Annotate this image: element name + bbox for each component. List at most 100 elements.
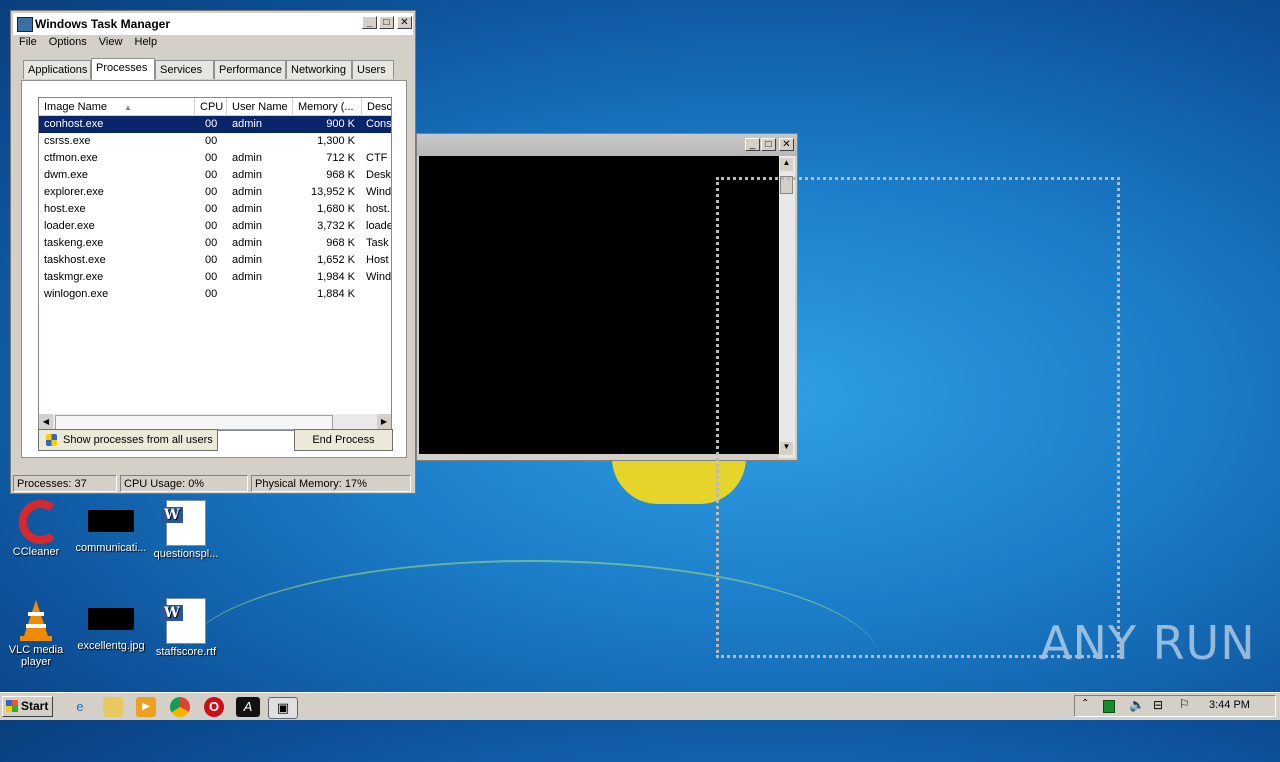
scroll-up-icon[interactable]: ▲	[780, 158, 793, 171]
desktop-icon-label: VLC media player	[8, 644, 64, 668]
task-manager-window[interactable]: Windows Task Manager _ □ ✕ File Options …	[10, 10, 416, 494]
cell-mem: 3,732 K	[317, 220, 355, 232]
chrome-icon[interactable]	[170, 697, 190, 717]
start-button[interactable]: Start	[2, 696, 53, 717]
cell-user: admin	[232, 271, 262, 283]
table-row[interactable]: taskhost.exe 00 admin 1,652 K Host	[39, 252, 391, 269]
cell-mem: 1,680 K	[317, 203, 355, 215]
minimize-button[interactable]: _	[362, 16, 377, 29]
cell-mem: 968 K	[326, 169, 355, 181]
tab-users[interactable]: Users	[352, 60, 394, 79]
ccleaner-icon	[14, 500, 58, 544]
cell-desc: host.	[366, 203, 390, 215]
selection-rectangle	[716, 177, 1120, 658]
cell-user: admin	[232, 254, 262, 266]
menu-view[interactable]: View	[99, 36, 123, 48]
desktop-icon-communication[interactable]: communicati...	[71, 500, 151, 554]
scroll-thumb[interactable]	[55, 415, 333, 430]
cell-cpu: 00	[205, 237, 218, 249]
column-header-memory[interactable]: Memory (...	[293, 98, 362, 116]
tab-applications[interactable]: Applications	[23, 60, 91, 79]
desktop-icon-excellentg[interactable]: excellentg.jpg	[71, 598, 151, 652]
cell-name: explorer.exe	[44, 186, 104, 198]
desktop-icon-vlc[interactable]: VLC media player	[0, 598, 76, 668]
horizontal-scrollbar[interactable]: ◀ ▶	[39, 414, 391, 430]
menu-file[interactable]: File	[19, 36, 37, 48]
tab-networking[interactable]: Networking	[286, 60, 352, 79]
cell-name: ctfmon.exe	[44, 152, 98, 164]
network-icon[interactable]: ⊟	[1153, 698, 1163, 712]
network-status-icon[interactable]	[1103, 700, 1115, 713]
tab-services[interactable]: Services	[155, 60, 214, 79]
volume-icon[interactable]: 🔈	[1129, 697, 1145, 713]
console-titlebar[interactable]	[417, 134, 797, 156]
action-center-flag-icon[interactable]: ⚐	[1179, 697, 1190, 711]
cell-user: admin	[232, 203, 262, 215]
cell-name: taskeng.exe	[44, 237, 104, 249]
cell-desc: Desk	[366, 169, 392, 181]
cell-cpu: 00	[205, 254, 218, 266]
minimize-button[interactable]: _	[745, 138, 760, 151]
column-header-cpu[interactable]: CPU	[195, 98, 227, 116]
vlc-cone-icon	[14, 598, 58, 642]
end-process-button[interactable]: End Process	[294, 429, 393, 451]
cell-cpu: 00	[205, 118, 218, 130]
process-list[interactable]: Image Name ▲ CPU User Name Memory (... D…	[38, 97, 392, 431]
table-row[interactable]: conhost.exe 00 admin 900 K Cons	[39, 116, 391, 133]
cell-user: admin	[232, 186, 262, 198]
uac-shield-icon	[46, 434, 57, 446]
table-row[interactable]: host.exe 00 admin 1,680 K host.	[39, 201, 391, 218]
tab-processes[interactable]: Processes	[91, 58, 155, 80]
internet-explorer-icon[interactable]: e	[70, 697, 90, 717]
taskbar: Start e ▶ O A ▣ ⌃ 🔈 ⊟ ⚐ 3:44 PM	[0, 692, 1280, 720]
menu-help[interactable]: Help	[135, 36, 158, 48]
media-player-icon[interactable]: ▶	[136, 697, 156, 717]
opera-icon[interactable]: O	[204, 697, 224, 717]
cell-mem: 13,952 K	[310, 186, 355, 198]
word-document-icon: W	[161, 500, 206, 546]
column-header-description[interactable]: Desc	[362, 98, 391, 116]
task-manager-taskbar-icon[interactable]: ▣	[268, 697, 298, 719]
cell-name: loader.exe	[44, 220, 95, 232]
desktop-icon-ccleaner[interactable]: CCleaner	[0, 500, 76, 558]
cell-name: taskhost.exe	[44, 254, 106, 266]
acrobat-icon[interactable]: A	[236, 697, 260, 717]
maximize-button[interactable]: □	[379, 16, 394, 29]
cell-desc: Wind	[366, 186, 392, 198]
table-row[interactable]: taskeng.exe 00 admin 968 K Task	[39, 235, 391, 252]
table-row[interactable]: taskmgr.exe 00 admin 1,984 K Wind	[39, 269, 391, 286]
scroll-right-icon[interactable]: ▶	[377, 414, 391, 430]
table-row[interactable]: winlogon.exe 00 1,884 K	[39, 286, 391, 303]
menu-options[interactable]: Options	[49, 36, 87, 48]
desktop-icon-questions[interactable]: W questionspl...	[146, 500, 226, 560]
cell-user: admin	[232, 220, 262, 232]
file-explorer-icon[interactable]	[103, 697, 123, 717]
maximize-button[interactable]: □	[761, 138, 776, 151]
show-all-processes-button[interactable]: Show processes from all users	[38, 429, 218, 451]
column-header-user-name[interactable]: User Name	[227, 98, 293, 116]
table-row[interactable]: dwm.exe 00 admin 968 K Desk	[39, 167, 391, 184]
cell-name: host.exe	[44, 203, 86, 215]
close-button[interactable]: ✕	[397, 16, 412, 29]
start-label: Start	[21, 699, 49, 713]
desktop-icon-label: communicati...	[75, 542, 147, 554]
scroll-left-icon[interactable]: ◀	[39, 414, 53, 430]
table-row[interactable]: csrss.exe 00 1,300 K	[39, 133, 391, 150]
cell-desc: Task	[366, 237, 389, 249]
table-row[interactable]: ctfmon.exe 00 admin 712 K CTF l	[39, 150, 391, 167]
close-button[interactable]: ✕	[779, 138, 794, 151]
cell-desc: CTF l	[366, 152, 392, 164]
show-hidden-icons-icon[interactable]: ⌃	[1081, 698, 1089, 709]
cell-desc: loade	[366, 220, 392, 232]
sort-ascending-icon: ▲	[124, 103, 132, 112]
task-manager-titlebar[interactable]: Windows Task Manager _ □ ✕	[13, 13, 413, 35]
clock[interactable]: 3:44 PM	[1209, 699, 1250, 711]
tab-performance[interactable]: Performance	[214, 60, 286, 79]
desktop-icon-label: excellentg.jpg	[77, 640, 145, 652]
cell-mem: 1,984 K	[317, 271, 355, 283]
column-header-image-name[interactable]: Image Name ▲	[39, 98, 195, 116]
cell-cpu: 00	[205, 169, 218, 181]
desktop-icon-staffscore[interactable]: W staffscore.rtf	[146, 598, 226, 658]
table-row[interactable]: explorer.exe 00 admin 13,952 K Wind	[39, 184, 391, 201]
table-row[interactable]: loader.exe 00 admin 3,732 K loade	[39, 218, 391, 235]
